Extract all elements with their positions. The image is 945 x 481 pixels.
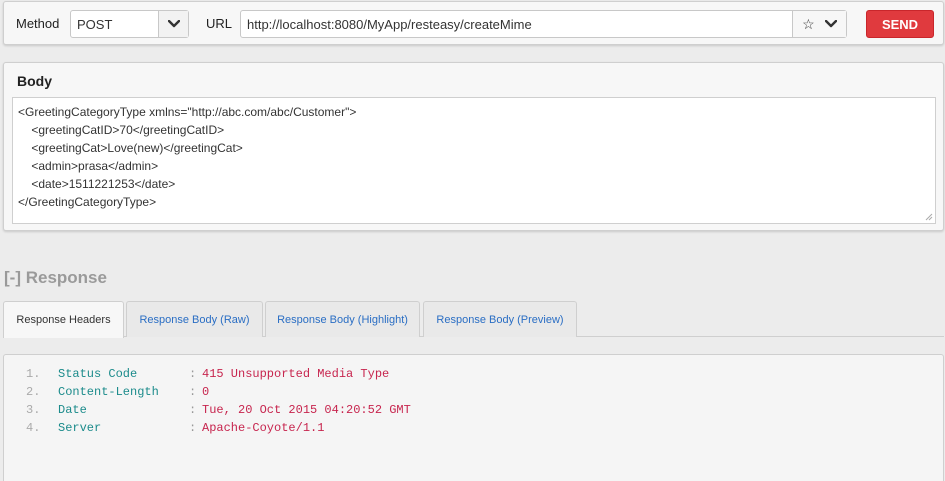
url-label: URL bbox=[206, 16, 233, 31]
chevron-down-icon[interactable] bbox=[824, 20, 837, 28]
url-tools: ☆ bbox=[792, 11, 846, 37]
header-row: 1. Status Code : 415 Unsupported Media T… bbox=[4, 365, 943, 383]
header-row: 2. Content-Length : 0 bbox=[4, 383, 943, 401]
url-field[interactable]: ☆ bbox=[240, 10, 847, 38]
header-separator: : bbox=[189, 403, 197, 417]
header-value: 415 Unsupported Media Type bbox=[202, 367, 390, 381]
header-key: Date bbox=[58, 403, 87, 417]
header-separator: : bbox=[189, 385, 197, 399]
tab-response-body-preview[interactable]: Response Body (Preview) bbox=[423, 301, 577, 337]
method-dropdown-button[interactable] bbox=[158, 11, 188, 37]
header-key: Server bbox=[58, 421, 102, 435]
response-toggle[interactable]: [-] Response bbox=[4, 268, 107, 288]
body-line: <GreetingCategoryType xmlns="http://abc.… bbox=[18, 105, 357, 119]
body-title: Body bbox=[17, 73, 52, 89]
header-key: Status Code bbox=[58, 367, 138, 381]
body-line: <greetingCatID>70</greetingCatID> bbox=[18, 123, 225, 137]
chevron-down-icon bbox=[167, 20, 180, 28]
line-number: 4. bbox=[26, 421, 41, 435]
method-value: POST bbox=[77, 17, 113, 32]
line-number: 3. bbox=[26, 403, 41, 417]
method-label: Method bbox=[16, 16, 60, 31]
header-value: Tue, 20 Oct 2015 04:20:52 GMT bbox=[202, 403, 411, 417]
body-line: <date>1511221253</date> bbox=[18, 177, 176, 191]
body-line: </GreetingCategoryType> bbox=[18, 195, 157, 209]
tab-response-body-raw[interactable]: Response Body (Raw) bbox=[126, 301, 263, 337]
star-icon[interactable]: ☆ bbox=[802, 17, 815, 31]
header-key: Content-Length bbox=[58, 385, 159, 399]
resize-grip-icon[interactable] bbox=[925, 213, 933, 221]
method-select[interactable]: POST bbox=[70, 10, 189, 38]
header-separator: : bbox=[189, 421, 197, 435]
body-line: <admin>prasa</admin> bbox=[18, 159, 159, 173]
response-headers-panel: 1. Status Code : 415 Unsupported Media T… bbox=[3, 354, 944, 481]
body-panel: Body <GreetingCategoryType xmlns="http:/… bbox=[3, 62, 944, 231]
header-separator: : bbox=[189, 367, 197, 381]
line-number: 1. bbox=[26, 367, 41, 381]
url-input[interactable] bbox=[241, 11, 793, 37]
send-button[interactable]: SEND bbox=[866, 10, 934, 38]
request-bar: Method POST URL ☆ SEND bbox=[3, 1, 944, 45]
header-row: 3. Date : Tue, 20 Oct 2015 04:20:52 GMT bbox=[4, 401, 943, 419]
header-value: 0 bbox=[202, 385, 210, 399]
line-number: 2. bbox=[26, 385, 41, 399]
response-tabs: Response Headers Response Body (Raw) Res… bbox=[3, 301, 944, 338]
tab-response-body-highlight[interactable]: Response Body (Highlight) bbox=[265, 301, 420, 337]
body-line: <greetingCat>Love(new)</greetingCat> bbox=[18, 141, 243, 155]
tab-response-headers[interactable]: Response Headers bbox=[3, 301, 124, 338]
header-value: Apache-Coyote/1.1 bbox=[202, 421, 325, 435]
body-textarea[interactable]: <GreetingCategoryType xmlns="http://abc.… bbox=[12, 97, 936, 224]
header-row: 4. Server : Apache-Coyote/1.1 bbox=[4, 419, 943, 437]
